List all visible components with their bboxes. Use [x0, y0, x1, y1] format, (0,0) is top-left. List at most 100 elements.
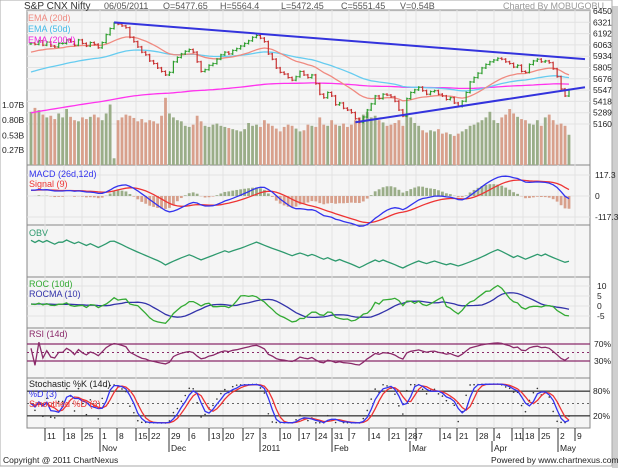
volume-bar	[547, 114, 551, 165]
macd-histogram-bar	[179, 196, 183, 199]
macd-histogram-bar	[231, 190, 235, 196]
x-tick-label: 24	[318, 431, 328, 441]
stoch-tick-label: 80%	[593, 386, 610, 396]
price-tick-label: 5676	[593, 74, 612, 84]
volume-bar	[334, 124, 338, 165]
month-label: Mar	[412, 443, 427, 453]
volume-bar	[539, 125, 543, 165]
volume-bar	[413, 123, 417, 165]
macd-histogram-bar	[385, 186, 389, 196]
macd-histogram-bar	[318, 196, 322, 204]
x-tick-label: 28	[479, 431, 489, 441]
volume-bar	[37, 110, 41, 165]
macd-histogram-bar	[346, 196, 349, 203]
legend-roc: ROC (10d)	[29, 279, 73, 289]
volume-bar	[239, 131, 243, 165]
volume-bar	[433, 131, 436, 165]
volume-bar	[338, 125, 341, 165]
stoch-k-point	[231, 385, 234, 388]
volume-bar	[270, 125, 274, 165]
volume-bar	[69, 116, 72, 165]
macd-histogram-bar	[61, 196, 65, 197]
volume-bar	[314, 126, 318, 165]
macd-histogram-bar	[96, 196, 100, 199]
macd-histogram-bar	[120, 190, 124, 196]
macd-histogram-bar	[290, 196, 294, 208]
macd-histogram-bar	[235, 189, 239, 196]
macd-histogram-bar	[437, 190, 440, 196]
stoch-k-point	[263, 392, 266, 394]
month-label: Feb	[334, 443, 349, 453]
volume-bar	[468, 125, 472, 165]
macd-histogram-bar	[322, 196, 326, 205]
legend-rocma: ROCMA (10)	[29, 289, 81, 299]
stoch-k-point	[259, 387, 262, 389]
roc-tick-label: 0	[597, 301, 602, 311]
x-tick-label: 21	[459, 431, 469, 441]
volume-label: V=0.54B	[400, 1, 435, 11]
macd-histogram-bar	[223, 191, 227, 196]
x-tick-label: 14	[371, 431, 381, 441]
macd-histogram-bar	[433, 188, 436, 196]
volume-bar	[49, 115, 53, 165]
stoch-k-point	[307, 419, 309, 422]
volume-bar	[211, 124, 215, 165]
volume-bar	[290, 125, 294, 165]
volume-bar	[262, 120, 266, 165]
stoch-k-point	[441, 395, 444, 397]
macd-histogram-bar	[128, 194, 132, 196]
stoch-k-point	[568, 415, 570, 417]
macd-histogram-bar	[211, 196, 215, 197]
volume-bar	[207, 126, 211, 165]
macd-histogram-bar	[429, 188, 432, 196]
stoch-k-point	[224, 388, 226, 391]
volume-bar	[437, 129, 440, 165]
volume-bar	[381, 122, 385, 165]
rsi-tick-label: 30%	[594, 356, 611, 366]
x-tick-label: 18	[66, 431, 76, 441]
x-tick-label: 11	[514, 431, 523, 441]
volume-bar	[425, 132, 428, 165]
x-tick-label: 25	[84, 431, 94, 441]
stoch-k-point	[73, 410, 76, 412]
x-tick-label: 17	[301, 431, 311, 441]
stoch-k-point	[180, 400, 183, 403]
macd-histogram-bar	[393, 187, 397, 196]
stoch-k-point	[275, 421, 278, 424]
macd-histogram-bar	[140, 196, 144, 202]
macd-histogram-bar	[508, 189, 512, 196]
legend-stoch-d: %D (3)	[29, 389, 57, 399]
macd-histogram-bar	[136, 196, 140, 200]
volume-bar	[464, 129, 468, 165]
volume-bar	[286, 124, 290, 165]
macd-histogram-bar	[504, 187, 508, 196]
macd-histogram-bar	[57, 196, 61, 197]
stoch-k-point	[406, 389, 408, 392]
stoch-k-point	[362, 417, 365, 420]
macd-histogram-bar	[88, 196, 92, 198]
stoch-k-point	[402, 413, 404, 415]
macd-histogram-bar	[444, 193, 448, 196]
price-tick-label: 5289	[593, 108, 612, 118]
macd-histogram-bar	[563, 196, 567, 209]
stoch-k-point	[465, 394, 467, 397]
macd-histogram-bar	[401, 192, 405, 196]
legend-macd: MACD (26d,12d)	[29, 169, 97, 179]
volume-bar	[57, 113, 61, 165]
volume-bar	[199, 121, 203, 165]
panel-obv	[26, 224, 591, 278]
macd-histogram-bar	[92, 196, 96, 198]
volume-bar	[96, 117, 100, 165]
roc-tick-label: -5	[597, 311, 605, 321]
volume-bar	[452, 135, 456, 165]
stoch-k-point	[129, 405, 131, 407]
stoch-k-point	[386, 385, 388, 387]
volume-bar	[306, 124, 310, 165]
stoch-k-point	[42, 415, 44, 418]
macd-histogram-bar	[460, 196, 464, 198]
volume-bar	[429, 130, 432, 165]
price-tick-label: 5418	[593, 96, 612, 106]
macd-histogram-bar	[100, 196, 104, 198]
volume-bar	[330, 120, 334, 165]
stoch-k-point	[192, 387, 194, 390]
